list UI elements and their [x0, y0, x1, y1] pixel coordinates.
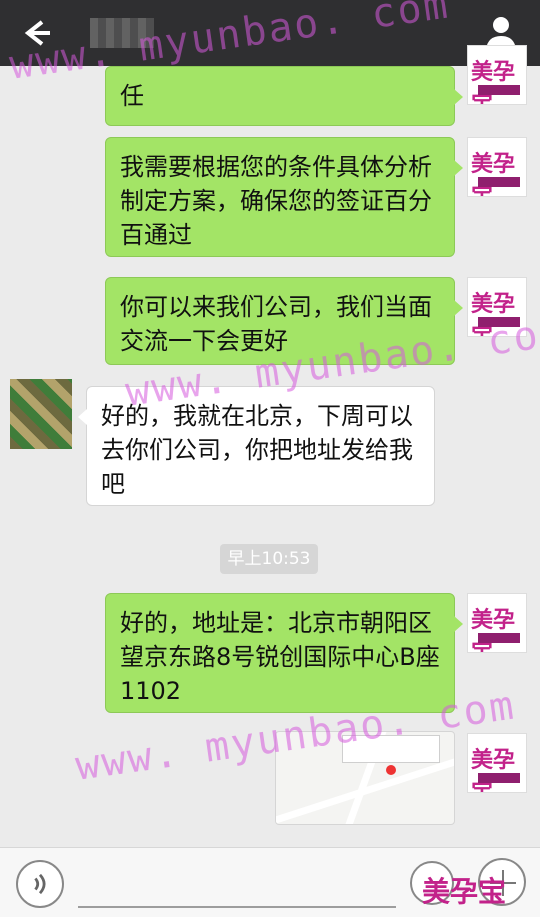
contact-icon[interactable]	[484, 15, 518, 49]
chat-title-blurred	[90, 18, 154, 48]
map-address-card	[342, 735, 440, 763]
footer-brand-logo: 美孕宝	[421, 875, 506, 908]
back-icon[interactable]	[18, 16, 54, 50]
timestamp: 早上10:53	[220, 544, 318, 574]
message-bubble-2[interactable]: 我需要根据您的条件具体分析制定方案，确保您的签证百分百通过	[105, 137, 463, 257]
brand-avatar-3[interactable]: 美孕宝	[467, 277, 527, 337]
location-map-message[interactable]	[275, 731, 455, 825]
top-bar	[0, 0, 540, 66]
message-bubble-1[interactable]: 任	[105, 66, 463, 126]
message-bubble-4[interactable]: 好的，我就在北京，下周可以去你们公司，你把地址发给我吧	[78, 386, 435, 506]
message-input[interactable]	[78, 906, 396, 908]
brand-avatar-5[interactable]: 美孕宝	[467, 733, 527, 793]
voice-icon[interactable]	[16, 860, 64, 908]
friend-avatar[interactable]	[10, 379, 72, 449]
message-bubble-5[interactable]: 好的，地址是：北京市朝阳区望京东路8号锐创国际中心B座1102	[105, 593, 463, 713]
input-footer: 美孕宝	[0, 847, 540, 917]
brand-avatar-2[interactable]: 美孕宝	[467, 137, 527, 197]
message-bubble-3[interactable]: 你可以来我们公司，我们当面交流一下会更好	[105, 277, 463, 365]
brand-avatar-4[interactable]: 美孕宝	[467, 593, 527, 653]
map-pin-icon	[386, 765, 396, 775]
brand-avatar-1[interactable]: 美孕宝	[467, 45, 527, 105]
